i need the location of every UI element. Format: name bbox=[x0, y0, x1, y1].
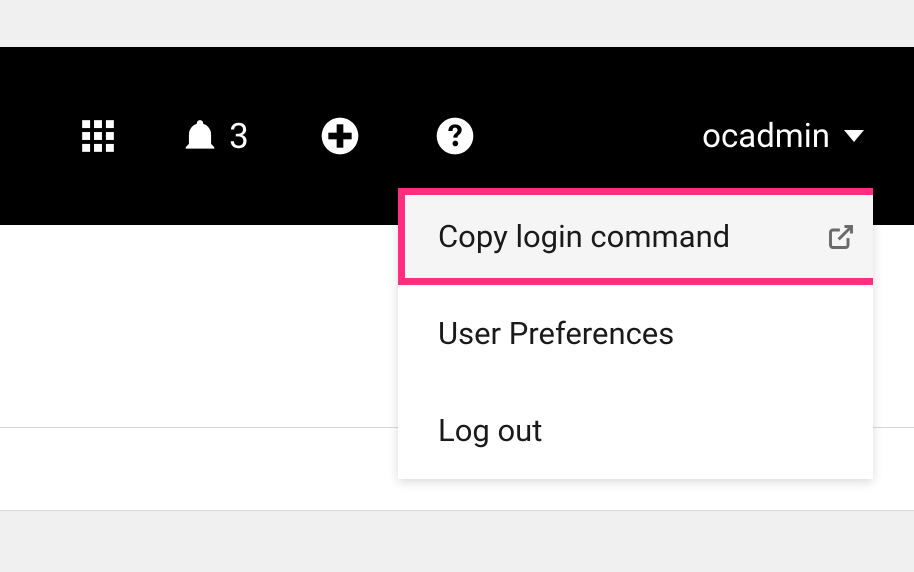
apps-grid-icon bbox=[79, 117, 117, 155]
help-button[interactable] bbox=[395, 116, 515, 156]
menu-item-user-preferences[interactable]: User Preferences bbox=[398, 285, 873, 382]
menu-item-label: Copy login command bbox=[438, 218, 730, 255]
plus-circle-icon bbox=[320, 116, 360, 156]
question-circle-icon bbox=[435, 116, 475, 156]
username-label: ocadmin bbox=[702, 117, 830, 156]
menu-item-log-out[interactable]: Log out bbox=[398, 382, 873, 479]
caret-down-icon bbox=[844, 130, 864, 142]
add-button[interactable] bbox=[285, 116, 395, 156]
notification-count: 3 bbox=[229, 116, 249, 157]
menu-item-label: User Preferences bbox=[438, 315, 674, 352]
menu-item-copy-login-command[interactable]: Copy login command bbox=[398, 188, 873, 285]
external-link-icon bbox=[827, 223, 855, 251]
notifications-button[interactable]: 3 bbox=[145, 116, 285, 157]
user-menu-button[interactable]: ocadmin bbox=[702, 117, 874, 156]
apps-button[interactable] bbox=[50, 117, 145, 155]
menu-item-label: Log out bbox=[438, 412, 542, 449]
user-dropdown-menu: Copy login command User Preferences Log … bbox=[398, 188, 873, 479]
top-spacer bbox=[0, 0, 914, 47]
bell-icon bbox=[181, 117, 219, 155]
